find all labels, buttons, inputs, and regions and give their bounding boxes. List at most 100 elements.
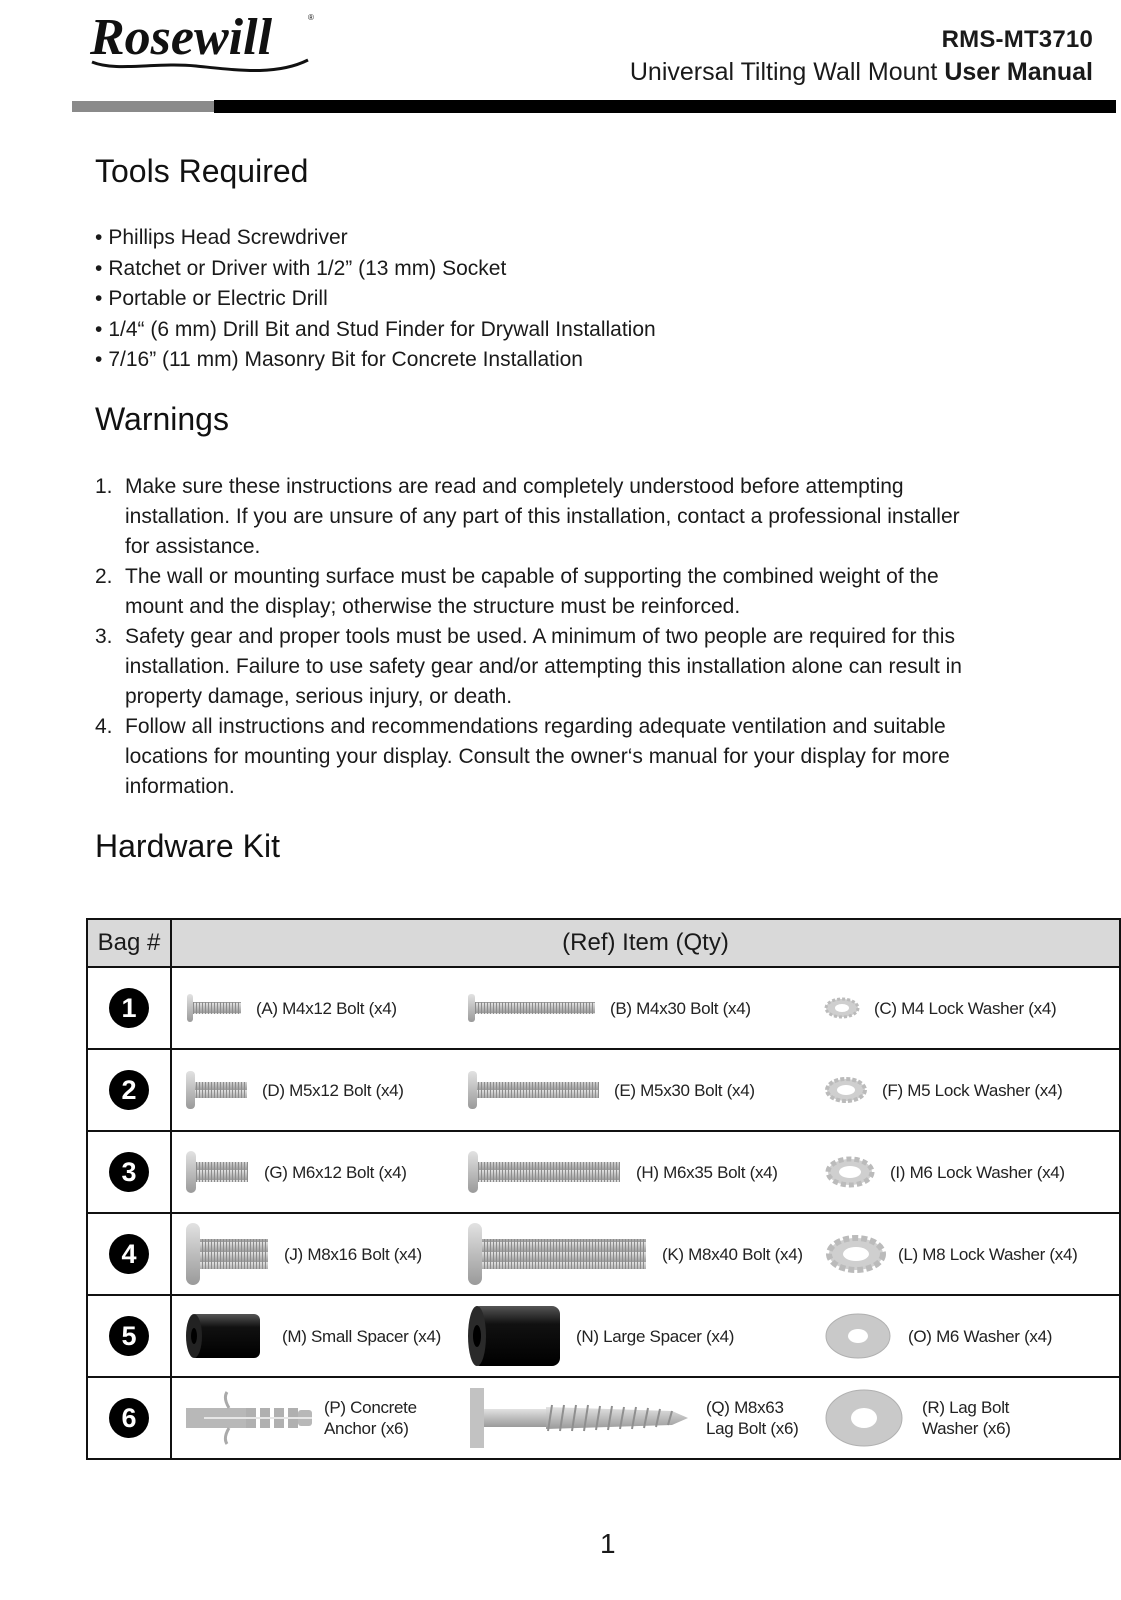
page-number: 1 bbox=[600, 1528, 616, 1559]
item-label-line1: (Q) M8x63 bbox=[706, 1398, 784, 1417]
item-label: (Q) M8x63 Lag Bolt (x6) bbox=[706, 1397, 799, 1439]
lock-washer-icon bbox=[825, 1156, 875, 1188]
warning-number: 2. bbox=[95, 565, 113, 588]
header-rule-black bbox=[214, 100, 1116, 113]
hardware-item: (D) M5x12 Bolt (x4) bbox=[184, 1050, 404, 1130]
item-label-line2: Anchor (x6) bbox=[324, 1419, 409, 1438]
col-item-header: (Ref) Item (Qty) bbox=[170, 918, 1121, 968]
hardware-item: (N) Large Spacer (x4) bbox=[466, 1296, 734, 1376]
hardware-item: (H) M6x35 Bolt (x4) bbox=[466, 1132, 778, 1212]
long-bolt-icon bbox=[468, 1151, 620, 1193]
hardware-item: (C) M4 Lock Washer (x4) bbox=[824, 968, 1057, 1048]
hardware-item: (J) M8x16 Bolt (x4) bbox=[184, 1214, 422, 1294]
item-label: (L) M8 Lock Washer (x4) bbox=[898, 1244, 1078, 1264]
long-bolt-icon bbox=[468, 1223, 646, 1285]
warnings-list: 1. Make sure these instructions are read … bbox=[95, 472, 1105, 802]
tool-item: 7/16” (11 mm) Masonry Bit for Concrete I… bbox=[95, 345, 656, 376]
table-row: 4 (J) M8x16 Bolt (x4) (K) M8x40 Bolt (x4… bbox=[86, 1212, 1121, 1296]
hardware-item: (E) M5x30 Bolt (x4) bbox=[466, 1050, 755, 1130]
table-row: 6 (P) Concrete Anchor (x6) (Q) M8x63 Lag… bbox=[86, 1376, 1121, 1460]
item-label-line1: (R) Lag Bolt bbox=[922, 1398, 1010, 1417]
table-row: 3 (G) M6x12 Bolt (x4) (H) M6x35 Bolt (x4… bbox=[86, 1130, 1121, 1214]
bag-number-badge: 3 bbox=[109, 1152, 149, 1192]
small-spacer-icon bbox=[186, 1314, 260, 1358]
long-bolt-icon bbox=[468, 994, 595, 1022]
hardware-item: (M) Small Spacer (x4) bbox=[184, 1296, 441, 1376]
item-label: (M) Small Spacer (x4) bbox=[282, 1326, 442, 1346]
warning-item: 4. Follow all instructions and recommenda… bbox=[95, 712, 1020, 802]
bag-number-badge: 2 bbox=[109, 1070, 149, 1110]
header-rule-gray bbox=[72, 101, 214, 112]
table-row: 5 (M) Small Spacer (x4) (N) Large Spacer… bbox=[86, 1294, 1121, 1378]
rosewill-logo: Rosewill ® bbox=[89, 9, 314, 72]
long-bolt-icon bbox=[468, 1071, 599, 1109]
item-label-line2: Lag Bolt (x6) bbox=[706, 1419, 799, 1438]
hardware-item: (F) M5 Lock Washer (x4) bbox=[824, 1050, 1063, 1130]
bag-number-badge: 4 bbox=[109, 1234, 149, 1274]
warning-text: The wall or mounting surface must be cap… bbox=[125, 565, 939, 618]
warning-number: 1. bbox=[95, 475, 113, 498]
hardware-item: (A) M4x12 Bolt (x4) bbox=[184, 968, 397, 1048]
lock-washer-icon bbox=[825, 1077, 867, 1103]
item-label-line2: Washer (x6) bbox=[922, 1419, 1011, 1438]
item-label: (F) M5 Lock Washer (x4) bbox=[882, 1080, 1063, 1100]
short-bolt-icon bbox=[186, 1151, 248, 1193]
hardware-item: (I) M6 Lock Washer (x4) bbox=[824, 1132, 1065, 1212]
item-label: (O) M6 Washer (x4) bbox=[908, 1326, 1053, 1346]
hardware-item: (P) Concrete Anchor (x6) bbox=[184, 1378, 417, 1458]
warning-item: 2. The wall or mounting surface must be c… bbox=[95, 562, 980, 622]
hardware-item: (L) M8 Lock Washer (x4) bbox=[824, 1214, 1078, 1294]
tool-item: Ratchet or Driver with 1/2” (13 mm) Sock… bbox=[95, 254, 656, 285]
brand-wordmark: Rosewill bbox=[89, 9, 273, 66]
bag-number-badge: 5 bbox=[109, 1316, 149, 1356]
item-label: (G) M6x12 Bolt (x4) bbox=[264, 1162, 407, 1182]
short-bolt-icon bbox=[186, 1071, 247, 1109]
hardware-item: (K) M8x40 Bolt (x4) bbox=[466, 1214, 803, 1294]
warning-text: Make sure these instructions are read an… bbox=[125, 475, 960, 558]
concrete-anchor-icon bbox=[186, 1391, 312, 1445]
hardware-item: (B) M4x30 Bolt (x4) bbox=[466, 968, 751, 1048]
warning-number: 4. bbox=[95, 715, 113, 738]
hardware-heading: Hardware Kit bbox=[95, 828, 280, 864]
warning-number: 3. bbox=[95, 625, 113, 648]
item-label: (K) M8x40 Bolt (x4) bbox=[662, 1244, 803, 1264]
flat-washer-icon bbox=[825, 1389, 903, 1447]
item-label: (J) M8x16 Bolt (x4) bbox=[284, 1244, 422, 1264]
lock-washer-icon bbox=[824, 997, 860, 1019]
item-label: (N) Large Spacer (x4) bbox=[576, 1326, 735, 1346]
tool-item: 1/4“ (6 mm) Drill Bit and Stud Finder fo… bbox=[95, 315, 655, 346]
table-row: 2 (D) M5x12 Bolt (x4) (E) M5x30 Bolt (x4… bbox=[86, 1048, 1121, 1132]
item-label: (H) M6x35 Bolt (x4) bbox=[636, 1162, 778, 1182]
item-label-line1: (P) Concrete bbox=[324, 1398, 417, 1417]
flat-washer-icon bbox=[825, 1313, 891, 1359]
table-header-row: Bag # (Ref) Item (Qty) bbox=[86, 918, 1121, 968]
document-title: Universal Tilting Wall Mount User Manual bbox=[630, 58, 1093, 87]
hardware-table: Bag # (Ref) Item (Qty) 1 (A) M4x12 Bolt … bbox=[86, 918, 1121, 1460]
large-spacer-icon bbox=[468, 1306, 560, 1366]
tool-item: Portable or Electric Drill bbox=[95, 284, 656, 315]
item-label: (C) M4 Lock Washer (x4) bbox=[874, 998, 1057, 1018]
title-regular: Universal Tilting Wall Mount bbox=[629, 58, 945, 86]
lock-washer-icon bbox=[826, 1235, 886, 1273]
table-row: 1 (A) M4x12 Bolt (x4) (B) M4x30 Bolt (x4… bbox=[86, 966, 1121, 1050]
hardware-item: (O) M6 Washer (x4) bbox=[824, 1296, 1052, 1376]
lag-bolt-icon bbox=[470, 1388, 688, 1448]
item-label: (A) M4x12 Bolt (x4) bbox=[256, 998, 397, 1018]
short-bolt-icon bbox=[187, 994, 241, 1022]
tool-item: Phillips Head Screwdriver bbox=[95, 223, 656, 254]
col-bag-header: Bag # bbox=[86, 918, 172, 968]
item-label: (D) M5x12 Bolt (x4) bbox=[262, 1080, 404, 1100]
short-bolt-icon bbox=[186, 1223, 268, 1285]
item-label: (B) M4x30 Bolt (x4) bbox=[610, 998, 751, 1018]
model-number: RMS-MT3710 bbox=[941, 26, 1093, 53]
warnings-heading: Warnings bbox=[95, 401, 229, 437]
tools-heading: Tools Required bbox=[95, 153, 309, 189]
item-label: (R) Lag Bolt Washer (x6) bbox=[922, 1397, 1011, 1439]
hardware-item: (R) Lag Bolt Washer (x6) bbox=[824, 1378, 1011, 1458]
item-label: (E) M5x30 Bolt (x4) bbox=[614, 1080, 755, 1100]
item-label: (I) M6 Lock Washer (x4) bbox=[890, 1162, 1065, 1182]
title-bold: User Manual bbox=[944, 58, 1093, 86]
warning-text: Follow all instructions and recommendati… bbox=[125, 715, 950, 798]
registered-mark: ® bbox=[308, 13, 314, 22]
tools-list: Phillips Head Screwdriver Ratchet or Dri… bbox=[95, 223, 656, 376]
